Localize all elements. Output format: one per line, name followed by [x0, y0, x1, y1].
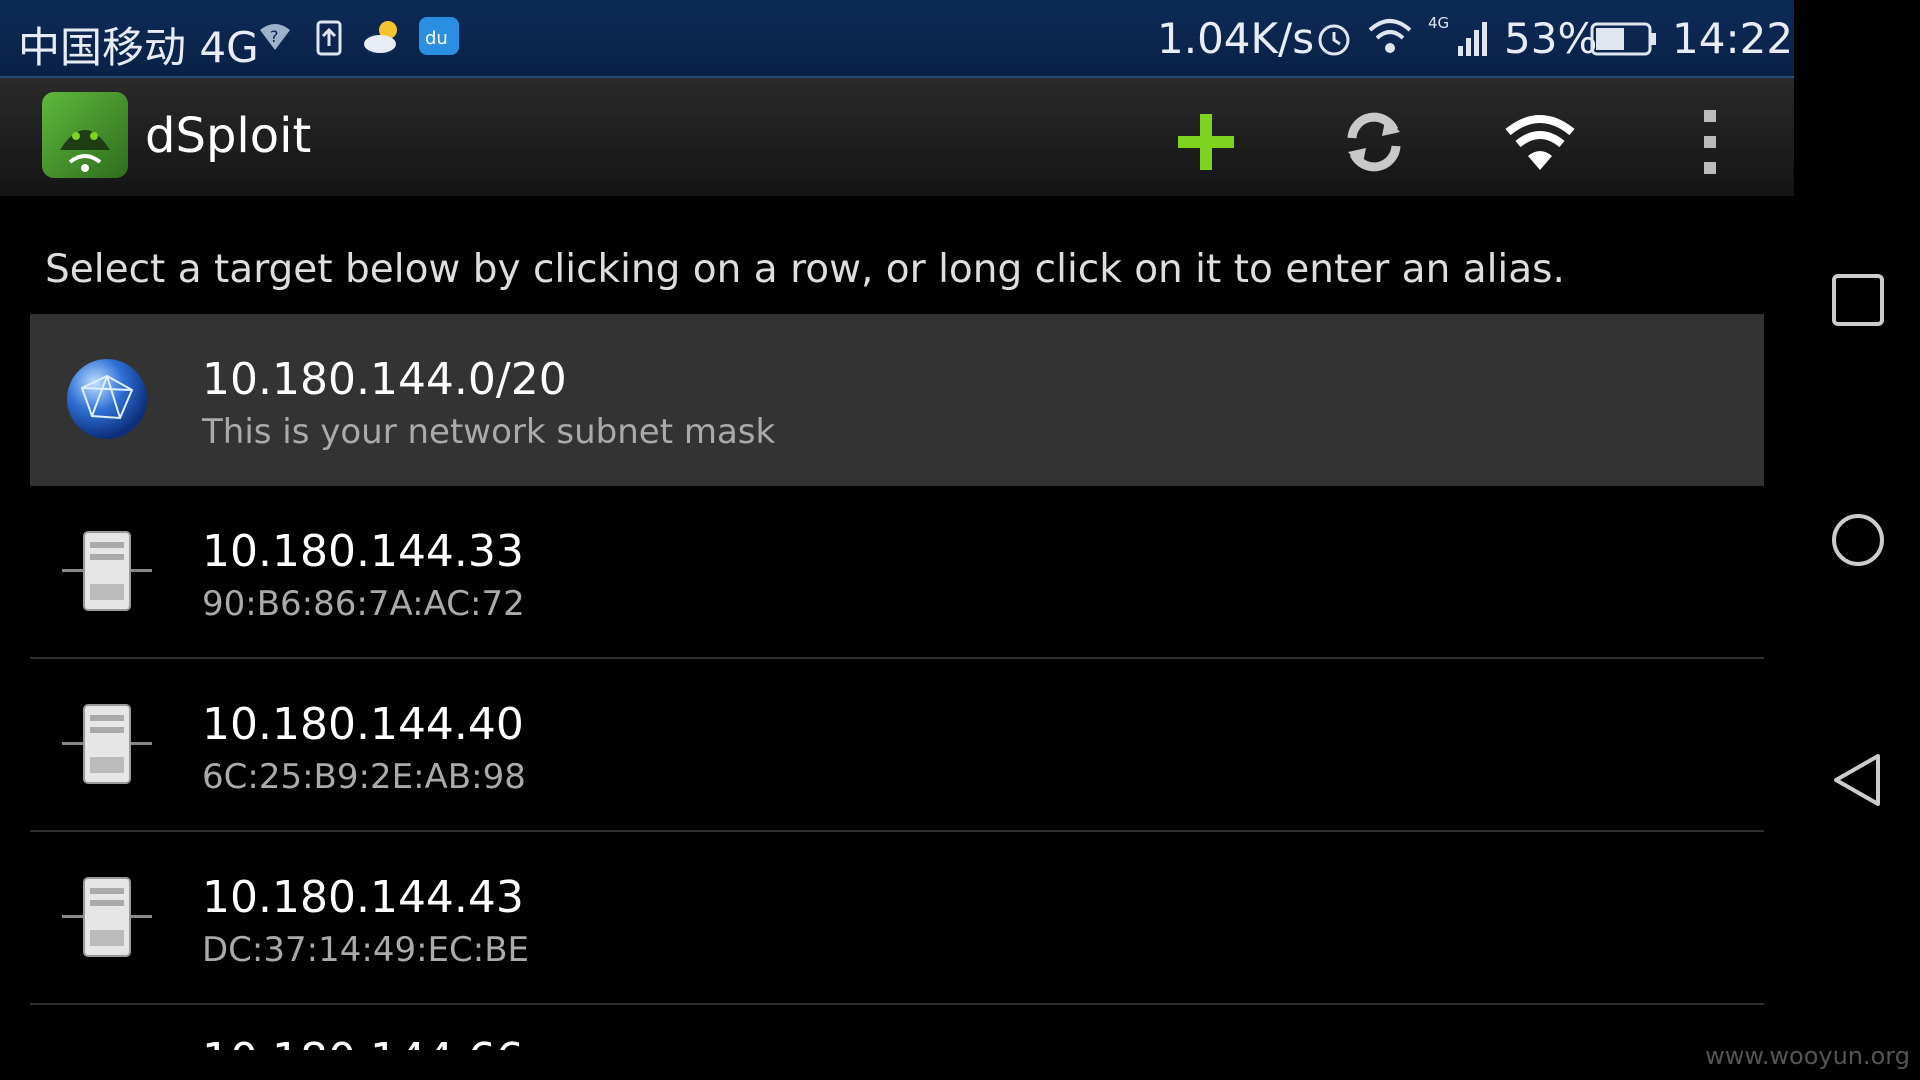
status-bar: 中国移动 4G ? du 1.04K/s 4G 53% 14:22	[0, 0, 1794, 78]
target-description: This is your network subnet mask	[202, 412, 776, 452]
wifi-icon[interactable]	[1500, 102, 1580, 182]
target-row[interactable]: 10.180.144.43 DC:37:14:49:EC:BE	[30, 832, 1764, 1005]
android-wifi-icon	[60, 130, 110, 172]
target-mac: 90:B6:86:7A:AC:72	[202, 584, 525, 624]
target-address: 10.180.144.43	[202, 872, 524, 923]
back-icon[interactable]	[1830, 752, 1886, 808]
target-row-subnet[interactable]: 10.180.144.0/20 This is your network sub…	[30, 314, 1764, 486]
cellular-4g-icon: 4G	[1428, 14, 1487, 56]
target-row-partial[interactable]: 10.180.144.66	[30, 1010, 1764, 1050]
carrier-label: 中国移动 4G	[18, 23, 259, 72]
server-icon	[62, 531, 152, 611]
target-row[interactable]: 10.180.144.33 90:B6:86:7A:AC:72	[30, 486, 1764, 659]
target-mac: 6C:25:B9:2E:AB:98	[202, 757, 526, 797]
overflow-menu-icon[interactable]	[1670, 102, 1750, 182]
clock-label: 14:22	[1672, 14, 1794, 63]
svg-text:?: ?	[270, 27, 279, 46]
wifi-question-icon: ?	[260, 24, 290, 50]
net-speed-label: 1.04K/s	[1157, 14, 1315, 63]
dsploit-app-icon[interactable]	[42, 92, 128, 178]
home-icon[interactable]	[1830, 512, 1886, 568]
battery-icon	[1590, 22, 1656, 56]
du-app-icon: du	[419, 17, 459, 55]
svg-text:du: du	[425, 28, 448, 49]
weather-icon	[364, 21, 397, 53]
watermark: www.wooyun.org	[1705, 1042, 1910, 1070]
target-address: 10.180.144.33	[202, 526, 524, 577]
target-address: 10.180.144.66	[202, 1034, 524, 1050]
wifi-signal-icon	[1368, 19, 1412, 53]
server-icon	[62, 704, 152, 784]
server-icon	[62, 877, 152, 957]
alarm-icon	[1318, 24, 1350, 56]
app-title: dSploit	[145, 108, 312, 164]
target-address: 10.180.144.40	[202, 699, 524, 750]
network-globe-icon	[67, 359, 147, 439]
target-mac: DC:37:14:49:EC:BE	[202, 930, 530, 970]
target-row[interactable]: 10.180.144.40 6C:25:B9:2E:AB:98	[30, 659, 1764, 832]
add-icon[interactable]	[1166, 102, 1246, 182]
navigation-bar	[1794, 0, 1920, 1080]
upload-icon	[316, 20, 342, 56]
target-address: 10.180.144.0/20	[202, 354, 567, 405]
battery-percent: 53%	[1504, 14, 1598, 63]
recent-apps-icon[interactable]	[1830, 272, 1886, 328]
refresh-icon[interactable]	[1334, 102, 1414, 182]
target-list: 10.180.144.0/20 This is your network sub…	[30, 314, 1764, 1005]
action-bar: dSploit	[0, 78, 1794, 196]
svg-text:4G: 4G	[1428, 14, 1449, 32]
instruction-text: Select a target below by clicking on a r…	[45, 247, 1565, 292]
